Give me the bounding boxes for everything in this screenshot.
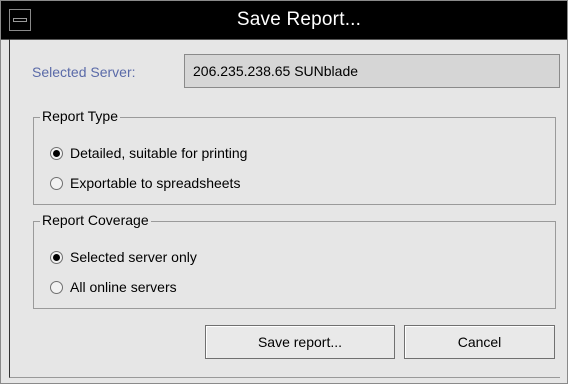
title-bar[interactable]: Save Report... — [1, 1, 567, 40]
cancel-button[interactable]: Cancel — [404, 325, 555, 359]
window-menu-icon — [13, 18, 27, 22]
dialog-content: Selected Server: 206.235.238.65 SUNblade… — [9, 39, 560, 378]
report-coverage-option-label: Selected server only — [70, 249, 197, 265]
selected-server-label: Selected Server: — [32, 64, 136, 80]
save-report-dialog: Save Report... Selected Server: 206.235.… — [0, 0, 568, 384]
report-coverage-title: Report Coverage — [40, 212, 151, 228]
report-type-group: Report Type Detailed, suitable for print… — [33, 108, 556, 205]
report-type-option-label: Detailed, suitable for printing — [70, 145, 248, 161]
radio-button-checked[interactable] — [50, 147, 63, 160]
radio-button-checked[interactable] — [50, 251, 63, 264]
radio-button-unchecked[interactable] — [50, 281, 63, 294]
radio-button-unchecked[interactable] — [50, 177, 63, 190]
save-report-button[interactable]: Save report... — [205, 325, 395, 359]
report-type-title: Report Type — [40, 108, 121, 124]
window-menu-button[interactable] — [9, 9, 31, 31]
window-title: Save Report... — [236, 9, 362, 30]
selected-server-field: 206.235.238.65 SUNblade — [184, 54, 560, 88]
report-coverage-group: Report Coverage Selected server only All… — [33, 212, 556, 309]
report-coverage-option-label: All online servers — [70, 279, 177, 295]
report-type-option-label: Exportable to spreadsheets — [70, 175, 241, 191]
